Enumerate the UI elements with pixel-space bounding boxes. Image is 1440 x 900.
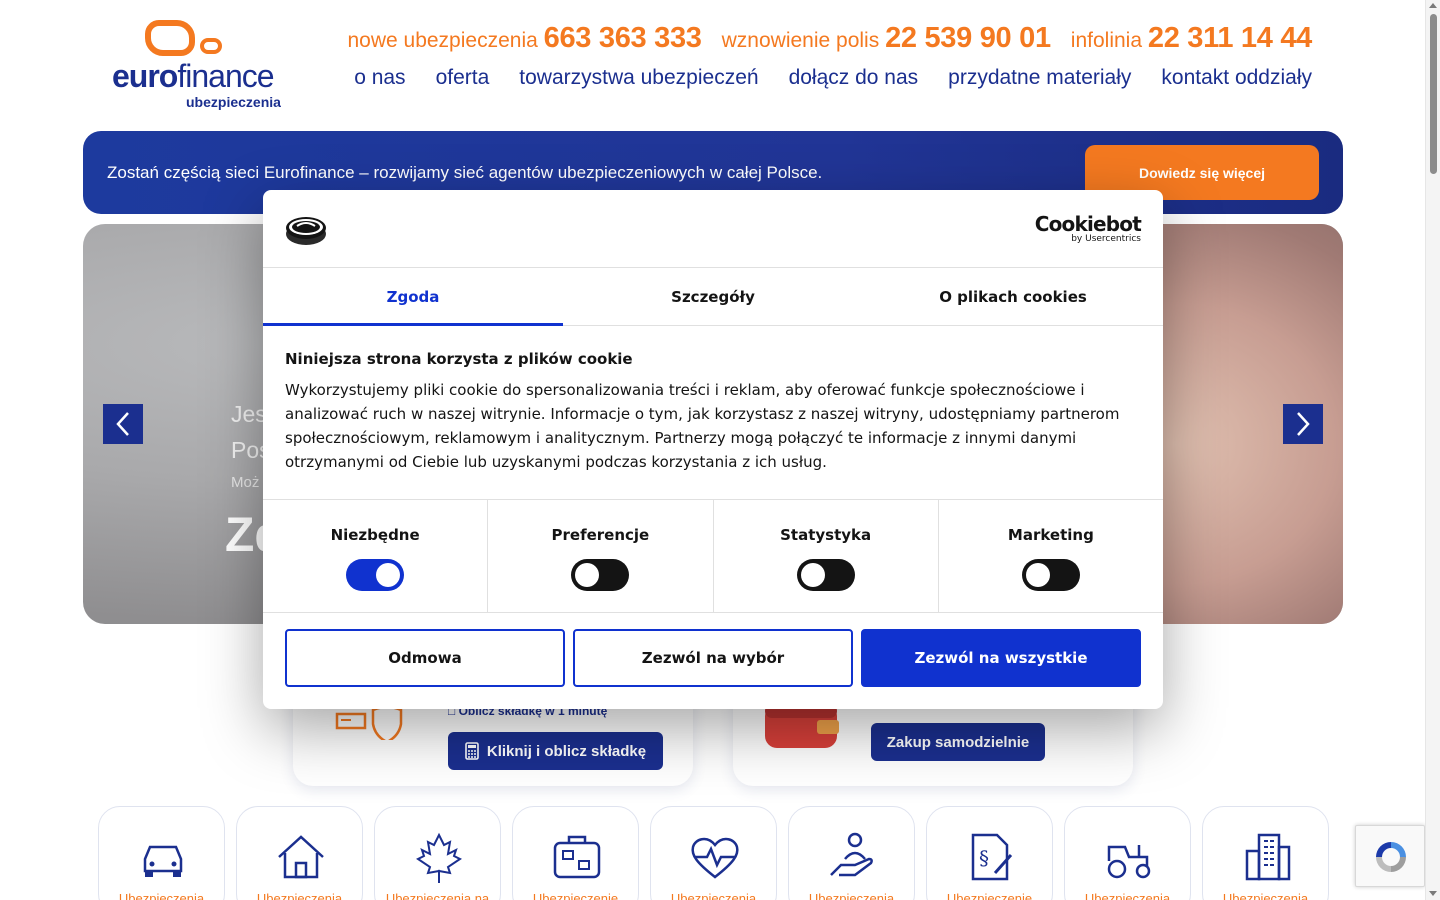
cookiebot-logo[interactable]: Cookiebot by Usercentrics (1035, 212, 1142, 244)
scrollbar-thumb[interactable] (1430, 14, 1437, 174)
page-scrollbar[interactable] (1425, 0, 1440, 900)
allow-all-button[interactable]: Zezwól na wszystkie (861, 629, 1141, 687)
toggle-group-necessary: Niezbędne (263, 500, 489, 612)
toggle-label: Preferencje (551, 526, 650, 544)
toggle-knob (800, 563, 825, 587)
allow-selection-button[interactable]: Zezwól na wybór (573, 629, 853, 687)
scroll-down-arrow-icon[interactable] (1429, 891, 1437, 896)
tab-consent[interactable]: Zgoda (263, 268, 563, 326)
statistics-toggle[interactable] (796, 559, 855, 591)
preferences-toggle[interactable] (571, 559, 630, 591)
toggle-knob (1025, 563, 1050, 587)
dialog-actions: Odmowa Zezwól na wybór Zezwól na wszystk… (263, 613, 1163, 703)
toggle-knob (376, 563, 401, 587)
tab-about-cookies[interactable]: O plikach cookies (863, 268, 1163, 325)
toggle-knob (575, 563, 600, 587)
dialog-header: Cookiebot by Usercentrics (263, 190, 1163, 268)
toggle-group-statistics: Statystyka (714, 500, 939, 612)
consent-toggles: Niezbędne Preferencje Statystyka Marketi… (263, 499, 1163, 613)
tab-details[interactable]: Szczegóły (563, 268, 863, 325)
deny-button[interactable]: Odmowa (285, 629, 565, 687)
scroll-up-arrow-icon[interactable] (1429, 3, 1437, 8)
toggle-label: Statystyka (780, 526, 872, 544)
dialog-body: Niniejsza strona korzysta z plików cooki… (263, 326, 1163, 499)
marketing-toggle[interactable] (1021, 559, 1080, 591)
dialog-description: Wykorzystujemy pliki cookie do spersonal… (285, 381, 1120, 471)
recaptcha-badge[interactable] (1355, 825, 1425, 887)
cookie-consent-dialog: Cookiebot by Usercentrics Zgoda Szczegół… (263, 190, 1163, 709)
dialog-title: Niniejsza strona korzysta z plików cooki… (285, 350, 633, 368)
dialog-tabs: Zgoda Szczegóły O plikach cookies (263, 268, 1163, 326)
toggle-group-marketing: Marketing (939, 500, 1163, 612)
toggle-label: Marketing (1007, 526, 1094, 544)
site-cookie-logo-icon (286, 217, 326, 245)
toggle-group-preferences: Preferencje (488, 500, 714, 612)
recaptcha-icon (1376, 842, 1406, 872)
necessary-toggle[interactable] (346, 559, 405, 591)
toggle-label: Niezbędne (330, 526, 420, 544)
